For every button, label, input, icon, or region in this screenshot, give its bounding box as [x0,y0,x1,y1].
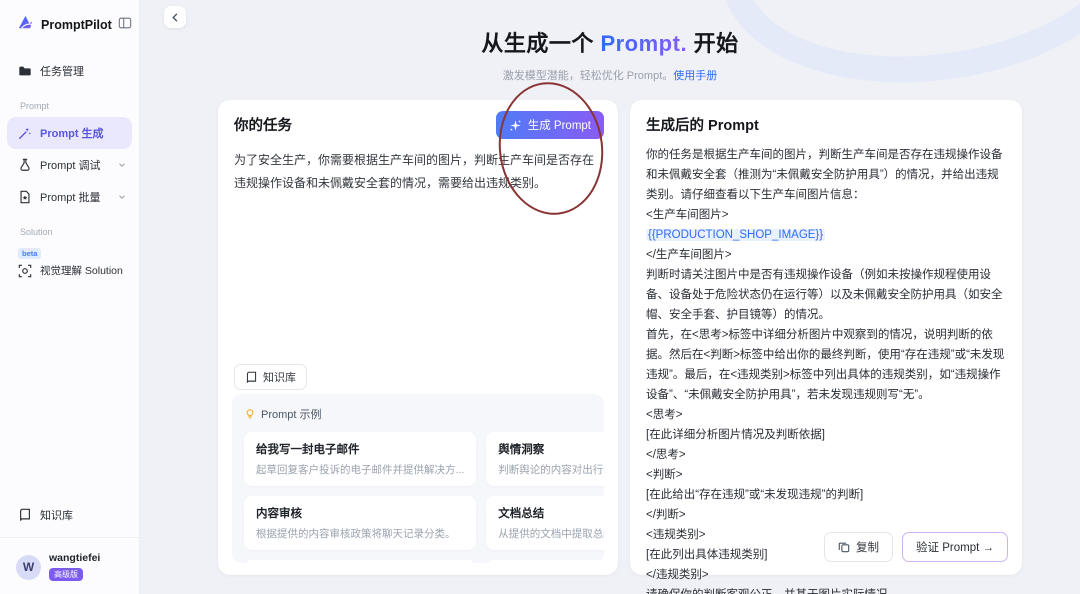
prompt-example-grid: 给我写一封电子邮件 起草回复客户投诉的电子邮件并提供解决方... 舆情洞察 判断… [244,432,604,563]
divider [0,537,139,538]
sidebar-item-label: 视觉理解 Solution [40,265,123,277]
collapse-sidebar-icon[interactable] [118,16,132,35]
example-card-doc-summary[interactable]: 文档总结 从提供的文档中提取总结要点，要点数量不... [486,496,604,550]
sidebar-item-prompt-batch[interactable]: Prompt 批量 [0,181,139,213]
back-button[interactable] [164,6,186,28]
sidebar-item-label: Prompt 批量 [40,192,101,204]
lightbulb-icon [246,409,254,419]
vision-scan-icon [18,264,32,277]
magic-wand-icon [19,127,32,139]
app-title: PromptPilot [41,18,112,32]
flask-icon [20,158,30,171]
knowledge-base-chip[interactable]: 知识库 [234,364,307,390]
avatar: W [16,554,41,580]
example-card-sentiment[interactable]: 舆情洞察 判断舆论的内容对出行行业的影响。 [486,432,604,486]
generated-prompt-text: 你的任务是根据生产车间的图片，判断生产车间是否存在违规操作设备和未佩戴安全套（推… [646,149,1005,594]
sidebar-item-label: Prompt 调试 [40,160,101,172]
copy-icon [838,542,850,553]
task-description: 为了安全生产，你需要根据生产车间的图片，判断生产车间是否存在违规操作设备和未佩戴… [234,153,595,191]
document-star-icon [20,190,30,204]
user-account[interactable]: W wangtiefei 高级版 [0,544,139,594]
chevron-down-icon [119,163,125,168]
prompt-examples-header: Prompt 示例 [244,406,592,422]
sidebar-item-knowledge-base[interactable]: 知识库 [0,499,139,531]
main-area: 从生成一个 Prompt. 开始 激发模型潜能，轻松优化 Prompt。使用手册… [140,0,1080,594]
example-card-moderation[interactable]: 内容审核 根据提供的内容审核政策将聊天记录分类。 [244,496,477,550]
logo-row: PromptPilot [0,0,139,37]
sidebar-item-task-management[interactable]: 任务管理 [0,55,139,87]
generate-prompt-button[interactable]: 生成 Prompt [495,111,604,139]
user-name: wangtiefei [49,552,101,564]
sparkle-icon [509,119,521,131]
promptpilot-logo-icon [16,13,35,37]
beta-badge: beta [18,248,42,259]
plan-badge: 高级版 [49,568,83,581]
sidebar-item-prompt-generate[interactable]: Prompt 生成 [7,117,132,149]
copy-button[interactable]: 复制 [824,532,894,562]
folder-icon [19,66,31,76]
result-actions: 复制 验证 Prompt → [824,532,1008,562]
example-card-email[interactable]: 给我写一封电子邮件 起草回复客户投诉的电子邮件并提供解决方... [244,432,477,486]
page-subtitle: 激发模型潜能，轻松优化 Prompt。使用手册 [502,70,718,82]
sidebar-bottom: 知识库 W wangtiefei 高级版 [0,499,139,594]
result-panel-title: 生成后的 Prompt [646,118,759,134]
page-header: 从生成一个 Prompt. 开始 激发模型潜能，轻松优化 Prompt。使用手册 [140,26,1080,83]
chevron-down-icon [119,195,125,200]
title-highlight: Prompt. [600,31,688,56]
sidebar-item-prompt-debug[interactable]: Prompt 调试 [0,149,139,181]
example-card-legal-extract[interactable]: 法律条文抽取 [244,560,477,563]
prompt-examples-section: Prompt 示例 给我写一封电子邮件 起草回复客户投诉的电子邮件并提供解决方.… [232,394,604,563]
sidebar-item-label: 任务管理 [40,66,84,78]
page: PromptPilot 任务管理 Prompt Prompt 生成 Prompt… [0,0,1080,594]
prompt-variable: {{PRODUCTION_SHOP_IMAGE}} [646,229,826,241]
example-card-futures-report[interactable]: 期货报告 [486,560,604,563]
book-icon [20,508,30,521]
sidebar-section-solution: Solution [20,227,53,237]
sidebar-item-label: Prompt 生成 [40,128,104,140]
sidebar-section-prompt: Prompt [20,101,50,111]
task-panel: 你的任务 生成 Prompt 为了安全生产，你需要根据生产车间的图片，判断生产车… [218,100,618,575]
chevron-left-icon [171,12,177,22]
page-title: 从生成一个 Prompt. 开始 [481,31,739,56]
sidebar-item-vision-solution[interactable]: 视觉理解 Solution [0,261,139,286]
sidebar-item-label: 知识库 [40,510,73,522]
verify-prompt-button[interactable]: 验证 Prompt → [902,532,1008,562]
sidebar: PromptPilot 任务管理 Prompt Prompt 生成 Prompt… [0,0,140,594]
manual-link[interactable]: 使用手册 [673,70,717,82]
book-icon [246,371,257,383]
result-panel: 生成后的 Prompt 你的任务是根据生产车间的图片，判断生产车间是否存在违规操… [630,100,1022,594]
